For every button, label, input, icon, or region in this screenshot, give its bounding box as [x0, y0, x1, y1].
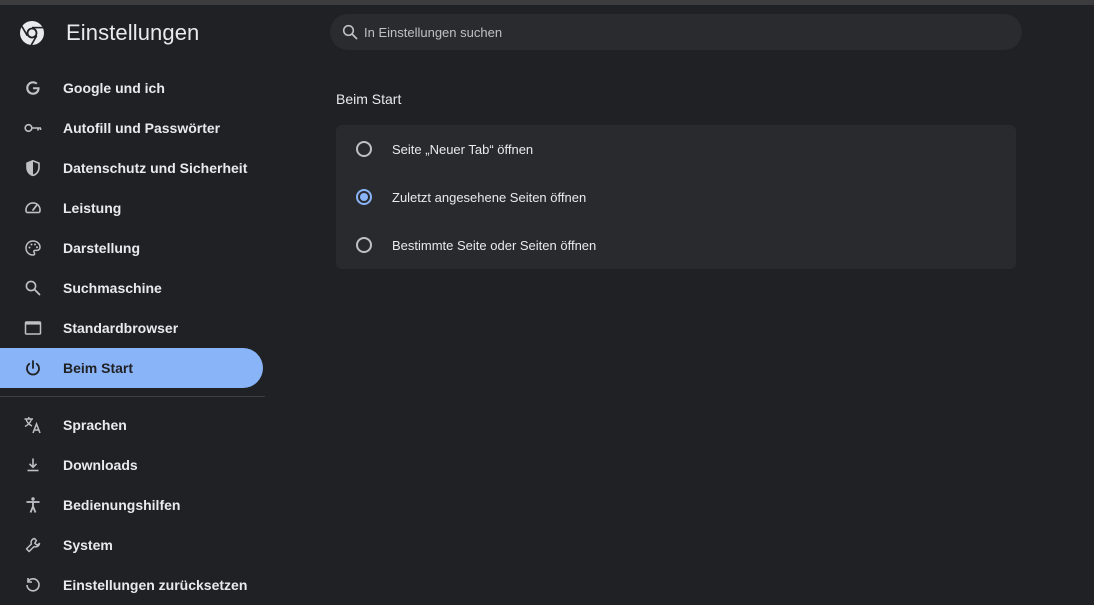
- sidebar-item-label: Downloads: [63, 457, 138, 473]
- option-continue-where-left[interactable]: Zuletzt angesehene Seiten öffnen: [336, 173, 1016, 221]
- sidebar-item-datenschutz[interactable]: Datenschutz und Sicherheit: [0, 148, 263, 188]
- sidebar-item-label: Sprachen: [63, 417, 127, 433]
- key-icon: [23, 118, 43, 138]
- sidebar-item-standardbrowser[interactable]: Standardbrowser: [0, 308, 263, 348]
- sidebar-item-google-und-ich[interactable]: Google und ich: [0, 68, 263, 108]
- section-title: Beim Start: [336, 91, 402, 107]
- sidebar-item-suchmaschine[interactable]: Suchmaschine: [0, 268, 263, 308]
- sidebar-item-autofill[interactable]: Autofill und Passwörter: [0, 108, 263, 148]
- sidebar-item-bedienungshilfen[interactable]: Bedienungshilfen: [0, 485, 263, 525]
- chrome-logo-icon: [19, 20, 45, 46]
- radio-button[interactable]: [356, 237, 372, 253]
- radio-button-selected[interactable]: [356, 189, 372, 205]
- sidebar-item-reset[interactable]: Einstellungen zurücksetzen: [0, 565, 263, 605]
- search-bar[interactable]: [330, 14, 1022, 50]
- search-icon: [23, 278, 43, 298]
- sidebar-item-label: Beim Start: [63, 360, 134, 376]
- radio-button[interactable]: [356, 141, 372, 157]
- browser-window-icon: [23, 318, 43, 338]
- option-label: Bestimmte Seite oder Seiten öffnen: [392, 237, 597, 253]
- settings-app: Einstellungen Google und ich: [0, 5, 1094, 593]
- palette-icon: [23, 238, 43, 258]
- accessibility-icon: [23, 495, 43, 515]
- sidebar-item-system[interactable]: System: [0, 525, 263, 565]
- sidebar-item-label: Datenschutz und Sicherheit: [63, 160, 248, 176]
- sidebar-item-label: Suchmaschine: [63, 280, 162, 296]
- sidebar-item-darstellung[interactable]: Darstellung: [0, 228, 263, 268]
- sidebar-divider: [0, 396, 265, 397]
- page-title: Einstellungen: [66, 20, 200, 45]
- sidebar-item-label: Standardbrowser: [63, 320, 179, 336]
- sidebar-item-label: Autofill und Passwörter: [63, 120, 221, 136]
- sidebar-item-label: Darstellung: [63, 240, 141, 256]
- option-label: Seite „Neuer Tab“ öffnen: [392, 141, 534, 157]
- option-label: Zuletzt angesehene Seiten öffnen: [392, 189, 587, 205]
- translate-icon: [23, 415, 43, 435]
- sidebar-item-label: Bedienungshilfen: [63, 497, 181, 513]
- sidebar-item-beim-start[interactable]: Beim Start: [0, 348, 263, 388]
- sidebar-item-label: Google und ich: [63, 80, 165, 96]
- sidebar-item-label: Einstellungen zurücksetzen: [63, 577, 248, 593]
- reset-icon: [23, 575, 43, 595]
- wrench-icon: [23, 535, 43, 555]
- google-g-icon: [23, 78, 43, 98]
- sidebar-item-label: System: [63, 537, 113, 553]
- sidebar-item-downloads[interactable]: Downloads: [0, 445, 263, 485]
- shield-icon: [23, 158, 43, 178]
- option-new-tab[interactable]: Seite „Neuer Tab“ öffnen: [336, 125, 1016, 173]
- option-specific-pages[interactable]: Bestimmte Seite oder Seiten öffnen: [336, 221, 1016, 269]
- sidebar-item-leistung[interactable]: Leistung: [0, 188, 263, 228]
- speedometer-icon: [23, 198, 43, 218]
- power-icon: [23, 358, 43, 378]
- download-icon: [23, 455, 43, 475]
- search-input[interactable]: [364, 24, 964, 40]
- startup-options-card: Seite „Neuer Tab“ öffnen Zuletzt angeseh…: [336, 125, 1016, 269]
- sidebar-item-sprachen[interactable]: Sprachen: [0, 405, 263, 445]
- sidebar-item-label: Leistung: [63, 200, 122, 216]
- sidebar-nav: Google und ich Autofill und Passwörter D…: [0, 68, 265, 605]
- search-icon: [342, 24, 358, 40]
